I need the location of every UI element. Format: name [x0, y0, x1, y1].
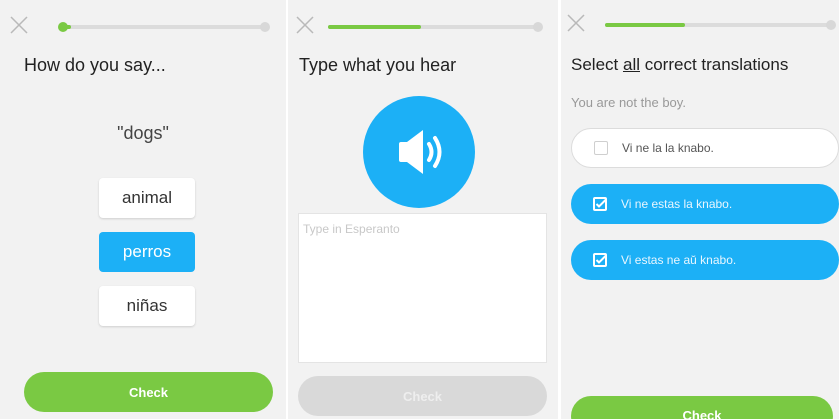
screen-type-what-you-hear: Type what you hear Check — [288, 0, 558, 419]
question-title: How do you say... — [24, 55, 166, 75]
title-suffix: correct translations — [640, 55, 789, 74]
lesson-progress-bar — [605, 20, 836, 30]
choice-perros[interactable]: perros — [99, 232, 195, 272]
checkbox-checked-icon — [593, 197, 607, 211]
screen-how-do-you-say: How do you say... "dogs" animal perros n… — [0, 0, 286, 419]
progress-fill — [605, 23, 685, 27]
checkbox-checked-icon — [593, 253, 607, 267]
duolingo-lesson-collage: How do you say... "dogs" animal perros n… — [0, 0, 839, 419]
progress-end-dot — [260, 22, 270, 32]
option-label: Vi estas ne aŭ knabo. — [621, 253, 737, 267]
progress-end-dot — [826, 20, 836, 30]
close-icon[interactable] — [565, 12, 587, 34]
speaker-icon — [399, 130, 442, 174]
choice-ninas[interactable]: niñas — [99, 286, 195, 326]
check-button-disabled[interactable]: Check — [298, 376, 547, 416]
question-title: Select all correct translations — [571, 55, 788, 75]
screen-select-translations: Select all correct translations You are … — [561, 0, 839, 419]
close-icon[interactable] — [294, 14, 316, 36]
option-label: Vi ne la la knabo. — [622, 141, 714, 155]
check-button[interactable]: Check — [571, 396, 833, 419]
prompt-word: "dogs" — [117, 123, 169, 143]
choice-animal[interactable]: animal — [99, 178, 195, 218]
play-audio-button[interactable] — [363, 96, 475, 208]
prompt-sentence: You are not the boy. — [571, 95, 686, 110]
checkbox-icon — [594, 141, 608, 155]
option-2[interactable]: Vi ne estas la knabo. — [571, 184, 839, 224]
lesson-progress-bar — [328, 22, 543, 32]
lesson-progress-bar — [58, 22, 270, 32]
answer-input[interactable] — [298, 213, 547, 363]
option-3[interactable]: Vi estas ne aŭ knabo. — [571, 240, 839, 280]
progress-fill — [328, 25, 422, 29]
question-title: Type what you hear — [299, 55, 457, 75]
title-prefix: Select — [571, 55, 623, 74]
progress-end-dot — [533, 22, 543, 32]
option-label: Vi ne estas la knabo. — [621, 197, 733, 211]
title-emphasis: all — [622, 55, 640, 74]
close-icon[interactable] — [8, 14, 30, 36]
progress-fill — [61, 25, 72, 29]
option-1[interactable]: Vi ne la la knabo. — [571, 128, 839, 168]
check-button[interactable]: Check — [24, 372, 273, 412]
